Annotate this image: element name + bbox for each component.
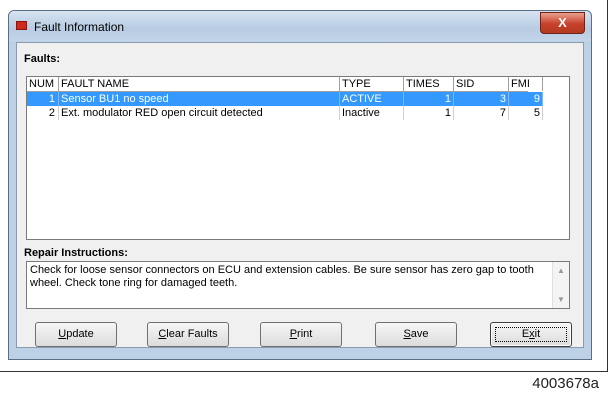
fault-row[interactable]: 2 Ext. modulator RED open circuit detect…: [27, 106, 543, 120]
update-mnemonic: U: [58, 328, 67, 340]
clear-faults-label: lear Faults: [166, 328, 218, 340]
fault-fmi: 9: [509, 92, 543, 106]
faults-list-header: NUM FAULT NAME TYPE TIMES SID FMI: [27, 77, 543, 92]
column-header-type[interactable]: TYPE: [340, 77, 404, 91]
repair-instructions-box[interactable]: Check for loose sensor connectors on ECU…: [26, 261, 570, 309]
repair-instructions-text: Check for loose sensor connectors on ECU…: [30, 264, 534, 289]
fault-information-window: Fault Information X Faults: NUM FAULT NA…: [8, 10, 592, 360]
figure-id: 4003678a: [532, 375, 599, 392]
print-label: rint: [297, 328, 313, 340]
faults-list[interactable]: NUM FAULT NAME TYPE TIMES SID FMI 1 Sens…: [26, 76, 570, 240]
print-mnemonic: P: [289, 328, 298, 340]
clear-faults-button[interactable]: Clear Faults: [147, 322, 229, 347]
fault-name: Sensor BU1 no speed: [59, 92, 340, 106]
repair-instructions-label: Repair Instructions:: [24, 247, 128, 259]
column-header-times[interactable]: TIMES: [404, 77, 454, 91]
save-button[interactable]: Save: [375, 322, 457, 347]
fault-num: 2: [27, 106, 59, 120]
update-button[interactable]: Update: [35, 322, 117, 347]
fault-times: 1: [404, 92, 454, 106]
scroll-down-icon[interactable]: ▼: [557, 295, 565, 304]
scroll-up-icon[interactable]: ▲: [557, 266, 565, 275]
focus-rectangle: [495, 327, 567, 342]
fault-fmi: 5: [509, 106, 543, 120]
fault-num: 1: [27, 92, 59, 106]
column-header-fmi[interactable]: FMI: [509, 77, 543, 91]
close-button[interactable]: X: [540, 12, 585, 34]
column-header-num[interactable]: NUM: [27, 77, 59, 91]
window-title: Fault Information: [34, 20, 125, 34]
fault-times: 1: [404, 106, 454, 120]
fault-type: ACTIVE: [340, 92, 404, 106]
fault-sid: 3: [454, 92, 509, 106]
exit-button[interactable]: Exit: [490, 322, 572, 347]
app-icon: [16, 21, 27, 30]
save-label: ave: [410, 328, 429, 340]
repair-scrollbar[interactable]: ▲ ▼: [552, 262, 569, 308]
faults-label: Faults:: [24, 53, 61, 65]
title-bar[interactable]: Fault Information X: [9, 11, 591, 41]
dialog-body: Faults: NUM FAULT NAME TYPE TIMES SID FM…: [16, 42, 584, 348]
column-header-sid[interactable]: SID: [454, 77, 509, 91]
print-button[interactable]: Print: [260, 322, 342, 347]
fault-sid: 7: [454, 106, 509, 120]
save-mnemonic: S: [403, 328, 411, 340]
fault-row[interactable]: 1 Sensor BU1 no speed ACTIVE 1 3 9: [27, 92, 543, 106]
update-label: pdate: [66, 328, 94, 340]
column-header-fault-name[interactable]: FAULT NAME: [59, 77, 340, 91]
fault-type: Inactive: [340, 106, 404, 120]
fault-name: Ext. modulator RED open circuit detected: [59, 106, 340, 120]
